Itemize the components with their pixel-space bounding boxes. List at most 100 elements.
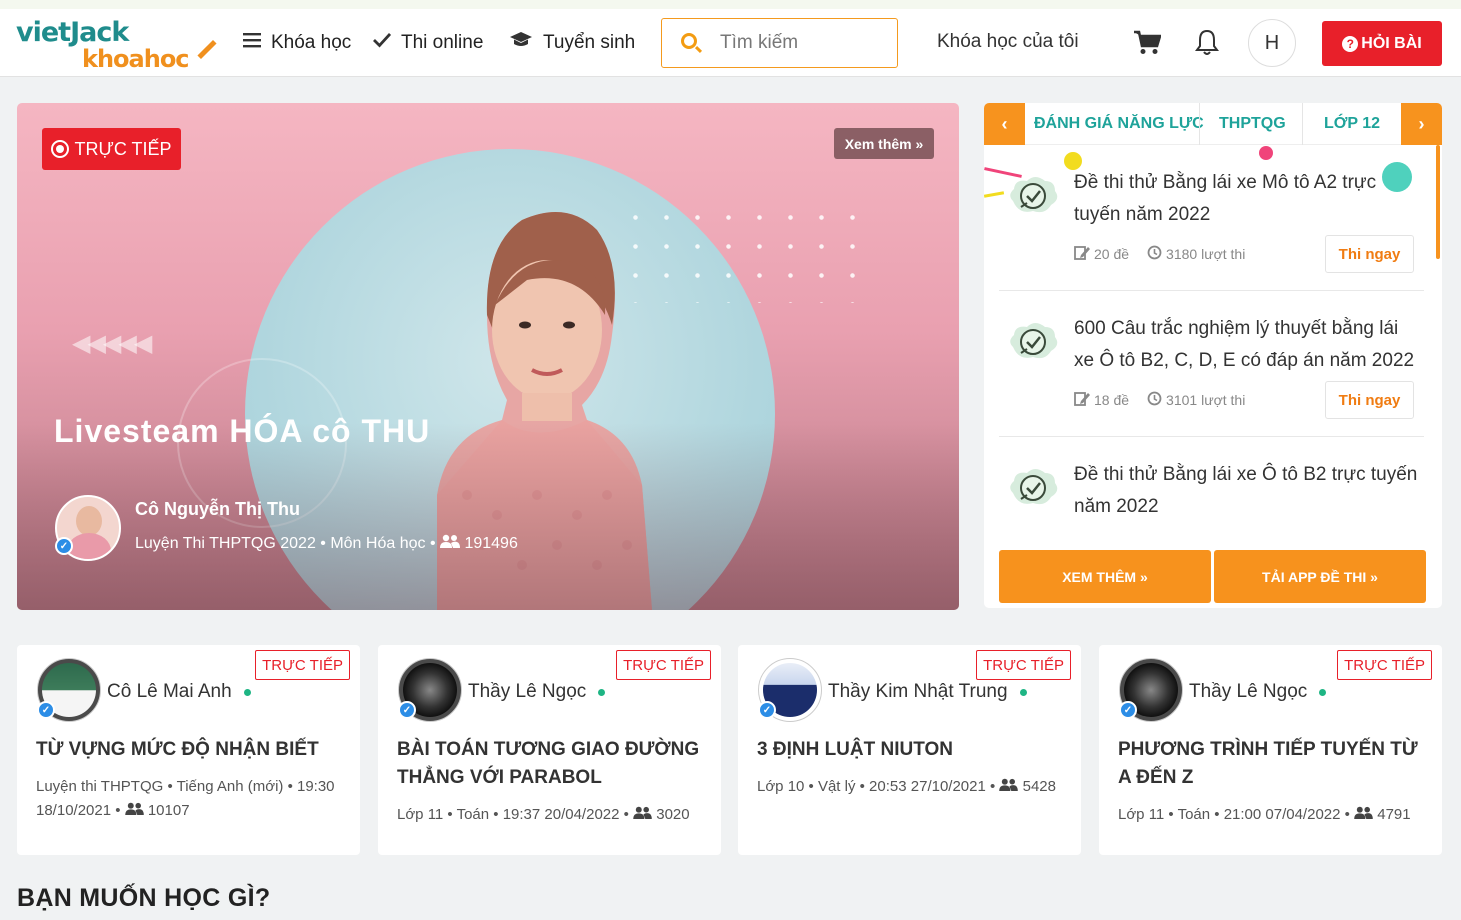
users-icon (124, 802, 144, 819)
live-card[interactable]: ✓ Thầy Lê Ngọc TRỰC TIẾP PHƯƠNG TRÌNH TI… (1099, 645, 1442, 855)
users-icon (633, 806, 652, 823)
banner-viewers: 191496 (464, 535, 518, 552)
nav-courses[interactable]: Khóa học (243, 29, 351, 57)
exam-panel: ‹ ĐÁNH GIÁ NĂNG LỰC THPTQG LỚP 12 › Đề t… (984, 103, 1442, 608)
search-input[interactable] (720, 29, 890, 57)
site-header: vietJack khoahoc Khóa học Thi online Tuy… (0, 9, 1461, 77)
verified-icon: ✓ (398, 701, 416, 719)
users-icon (999, 778, 1019, 795)
avatar-face (76, 506, 102, 536)
online-dot (1019, 688, 1027, 696)
exam-test-count: 18 đề (1094, 392, 1130, 408)
pencil-icon (197, 39, 217, 60)
exam-meta: 18 đề 3101 lượt thi (1074, 391, 1245, 409)
question-icon: ? (1342, 35, 1359, 52)
live-tag: TRỰC TIẾP (616, 650, 711, 680)
online-dot (598, 688, 606, 696)
live-tag: TRỰC TIẾP (255, 650, 350, 680)
search-icon (681, 33, 697, 49)
see-more-button[interactable]: XEM THÊM » (999, 550, 1211, 603)
teacher-name[interactable]: Thầy Kim Nhật Trung (828, 681, 1027, 703)
live-badge[interactable]: TRỰC TIẾP (42, 128, 181, 170)
vietjack-logo[interactable]: vietJack khoahoc (16, 17, 226, 73)
nav-courses-label: Khóa học (271, 32, 352, 53)
panel-scrollbar[interactable] (1436, 145, 1440, 259)
nav-online-test[interactable]: Thi online (373, 29, 483, 57)
exam-title[interactable]: Đề thi thử Bằng lái xe Ô tô B2 trực tuyế… (1074, 459, 1419, 523)
live-card[interactable]: ✓ Cô Lê Mai Anh TRỰC TIẾP TỪ VỰNG MỨC ĐỘ… (17, 645, 360, 855)
live-card-title[interactable]: TỪ VỰNG MỨC ĐỘ NHẬN BIẾT (36, 736, 346, 764)
clock-icon (1147, 391, 1162, 409)
live-card-title[interactable]: BÀI TOÁN TƯƠNG GIAO ĐƯỜNG THẲNG VỚI PARA… (397, 736, 707, 792)
exam-attempts: 3180 lượt thi (1166, 246, 1246, 262)
banner-teacher-name[interactable]: Cô Nguyễn Thị Thu (135, 499, 300, 520)
tab-danh-gia-nang-luc[interactable]: ĐÁNH GIÁ NĂNG LỰC (1034, 115, 1204, 133)
bell-icon[interactable] (1195, 29, 1219, 57)
teacher-name-text: Thầy Kim Nhật Trung (828, 681, 1008, 702)
live-card-meta-text: Lớp 11 • Toán • 19:37 20/04/2022 • (397, 806, 629, 823)
tab-lop-12[interactable]: LỚP 12 (1324, 115, 1380, 133)
live-card-meta: Lớp 11 • Toán • 19:37 20/04/2022 • 3020 (397, 803, 707, 827)
banner-arrows-decoration: ◀◀◀◀◀ (72, 330, 152, 357)
tab-divider (1199, 103, 1200, 145)
teacher-name-text: Thầy Lê Ngọc (1189, 681, 1308, 702)
live-card-viewers: 5428 (1022, 778, 1056, 795)
exam-title[interactable]: 600 Câu trắc nghiệm lý thuyết bằng lái x… (1074, 313, 1419, 377)
exam-item[interactable]: 600 Câu trắc nghiệm lý thuyết bằng lái x… (999, 291, 1424, 437)
exam-test-count: 20 đề (1094, 246, 1130, 262)
teacher-name-text: Thầy Lê Ngọc (468, 681, 587, 702)
chevron-right-icon[interactable]: › (1401, 103, 1442, 145)
live-tag: TRỰC TIẾP (976, 650, 1071, 680)
clock-icon (1147, 245, 1162, 263)
user-avatar[interactable]: H (1248, 19, 1296, 67)
nav-online-test-label: Thi online (401, 32, 484, 53)
live-card-meta-text: Lớp 10 • Vật lý • 20:53 27/10/2021 • (757, 778, 996, 795)
live-card-title[interactable]: 3 ĐỊNH LUẬT NIUTON (757, 736, 1067, 764)
search-box[interactable] (661, 18, 898, 68)
live-card[interactable]: ✓ Thầy Kim Nhật Trung TRỰC TIẾP 3 ĐỊNH L… (738, 645, 1081, 855)
ask-question-button[interactable]: ? HỎI BÀI (1322, 21, 1442, 66)
teacher-name[interactable]: Thầy Lê Ngọc (1189, 681, 1327, 703)
users-icon (440, 534, 464, 552)
teacher-name[interactable]: Thầy Lê Ngọc (468, 681, 606, 703)
live-card[interactable]: ✓ Thầy Lê Ngọc TRỰC TIẾP BÀI TOÁN TƯƠNG … (378, 645, 721, 855)
avatar-body (67, 533, 111, 559)
ask-question-label: HỎI BÀI (1361, 34, 1422, 52)
live-card-viewers: 3020 (656, 806, 690, 823)
take-exam-button[interactable]: Thi ngay (1325, 235, 1414, 273)
live-banner[interactable]: ◀◀◀◀◀ TRỰC TIẾP Xem thêm » Livesteam HÓA… (17, 103, 959, 610)
live-card-meta: Lớp 11 • Toán • 21:00 07/04/2022 • 4791 (1118, 803, 1428, 827)
banner-title: Livesteam HÓA cô THU (54, 413, 431, 449)
banner-more-link[interactable]: Xem thêm » (834, 128, 934, 159)
take-exam-button[interactable]: Thi ngay (1325, 381, 1414, 419)
verified-icon: ✓ (758, 701, 776, 719)
nav-admission[interactable]: Tuyển sinh (509, 29, 635, 57)
banner-meta-text: Luyện Thi THPTQG 2022 • Môn Hóa học • (135, 535, 436, 552)
exam-title[interactable]: Đề thi thử Bằng lái xe Mô tô A2 trực tuy… (1074, 167, 1419, 231)
logo-top-text: vietJack (16, 17, 129, 48)
teacher-name[interactable]: Cô Lê Mai Anh (107, 681, 251, 703)
graduation-cap-icon (509, 31, 533, 55)
logo-bottom-text: khoahoc (82, 45, 190, 73)
chevron-left-icon[interactable]: ‹ (984, 103, 1025, 145)
teacher-name-text: Cô Lê Mai Anh (107, 681, 232, 702)
edit-icon (1074, 245, 1090, 263)
download-app-button[interactable]: TẢI APP ĐỀ THI » (1214, 550, 1426, 603)
my-courses-link[interactable]: Khóa học của tôi (937, 31, 1079, 53)
live-card-title[interactable]: PHƯƠNG TRÌNH TIẾP TUYẾN TỪ A ĐẾN Z (1118, 736, 1428, 792)
exam-tabs: ‹ ĐÁNH GIÁ NĂNG LỰC THPTQG LỚP 12 › (984, 103, 1442, 145)
online-dot (1319, 688, 1327, 696)
check-icon (373, 32, 392, 54)
cart-icon[interactable] (1133, 30, 1162, 56)
tab-thptqg[interactable]: THPTQG (1219, 115, 1286, 133)
exam-check-icon (1010, 469, 1058, 505)
banner-teacher-meta: Luyện Thi THPTQG 2022 • Môn Hóa học • 19… (135, 534, 518, 553)
verified-icon: ✓ (37, 701, 55, 719)
live-card-meta: Lớp 10 • Vật lý • 20:53 27/10/2021 • 542… (757, 775, 1067, 799)
menu-icon (243, 32, 261, 54)
exam-meta: 20 đề 3180 lượt thi (1074, 245, 1245, 263)
live-card-meta-text: Lớp 11 • Toán • 21:00 07/04/2022 • (1118, 806, 1350, 823)
online-dot (243, 688, 251, 696)
exam-item[interactable]: Đề thi thử Bằng lái xe Mô tô A2 trực tuy… (999, 145, 1424, 291)
verified-icon: ✓ (55, 537, 73, 555)
